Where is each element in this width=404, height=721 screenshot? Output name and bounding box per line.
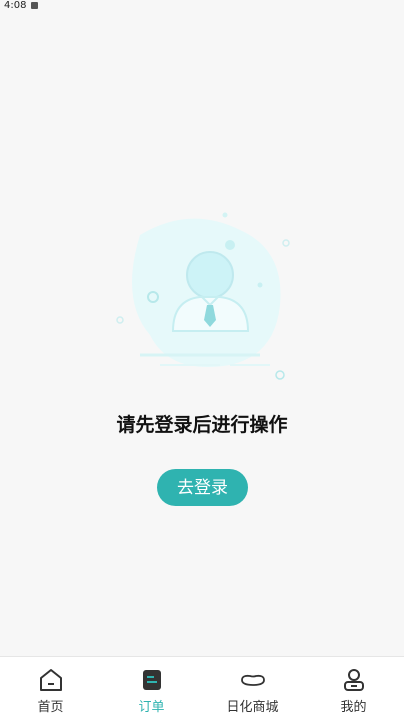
- tab-shop-label: 日化商城: [226, 700, 279, 715]
- tab-profile-label: 我的: [340, 700, 367, 715]
- notification-icon: [31, 2, 38, 9]
- tab-shop[interactable]: 日化商城: [202, 657, 303, 721]
- tab-profile[interactable]: 我的: [303, 657, 404, 721]
- go-login-button[interactable]: 去登录: [157, 469, 248, 506]
- tab-home[interactable]: 首页: [0, 657, 101, 721]
- status-bar: 4:08: [0, 0, 404, 12]
- user-placeholder-illustration: [116, 212, 290, 380]
- order-icon: [142, 670, 161, 690]
- login-required-message: 请先登录后进行操作: [116, 414, 288, 436]
- tab-orders[interactable]: 订单: [101, 657, 202, 721]
- shop-icon: [240, 674, 265, 686]
- tab-home-label: 首页: [37, 700, 64, 715]
- home-icon: [39, 669, 62, 691]
- profile-icon: [343, 669, 364, 691]
- tab-orders-label: 订单: [138, 700, 165, 715]
- bottom-tab-bar: 首页 订单 日化商城 我的: [0, 656, 404, 721]
- status-time: 4:08: [4, 0, 27, 11]
